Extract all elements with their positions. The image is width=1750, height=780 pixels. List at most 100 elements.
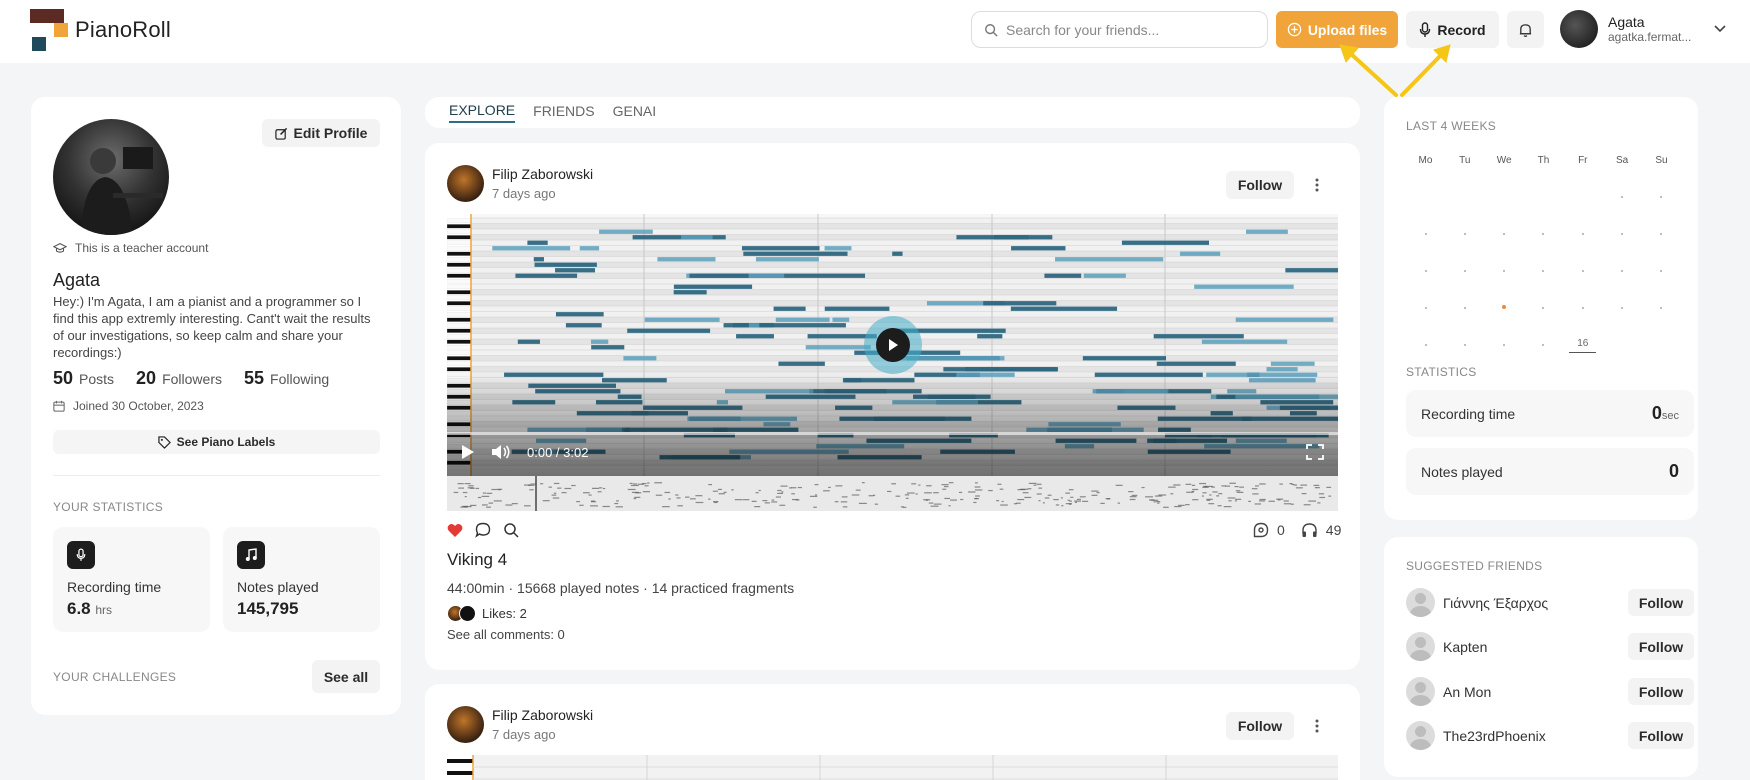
calendar-day[interactable] [1485, 338, 1524, 349]
follow-button[interactable]: Follow [1628, 678, 1694, 705]
minimap-note [1036, 493, 1042, 495]
tab-friends[interactable]: FRIENDS [533, 103, 594, 122]
calendar-day[interactable] [1445, 227, 1484, 238]
app-name: PianoRoll [75, 17, 171, 42]
calendar-today[interactable]: 16 [1563, 338, 1602, 353]
minimap-note [834, 501, 839, 503]
minimap-note [1168, 486, 1176, 488]
tab-genai[interactable]: GENAI [613, 103, 657, 122]
friend-name[interactable]: An Mon [1443, 684, 1628, 700]
heart-icon[interactable] [447, 523, 463, 538]
big-play-button[interactable] [864, 316, 922, 374]
volume-icon[interactable] [491, 444, 511, 460]
calendar-day[interactable] [1642, 301, 1681, 312]
notifications-button[interactable] [1507, 11, 1544, 48]
calendar-day[interactable] [1445, 338, 1484, 349]
repost-icon[interactable] [1253, 522, 1269, 538]
overview-minimap[interactable] [447, 476, 1338, 511]
search-box[interactable] [971, 11, 1268, 48]
follow-button[interactable]: Follow [1628, 589, 1694, 616]
liker-avatars [447, 605, 476, 622]
calendar-day[interactable] [1524, 338, 1563, 349]
play-icon[interactable] [461, 444, 475, 460]
friend-name[interactable]: The23rdPhoenix [1443, 728, 1628, 744]
calendar-day[interactable] [1563, 227, 1602, 238]
calendar-day[interactable] [1485, 264, 1524, 275]
posts-number: 50 [53, 368, 74, 388]
friend-name[interactable]: Kapten [1443, 639, 1628, 655]
user-menu[interactable]: Agata agatka.fermat... [1560, 10, 1726, 48]
magnifier-icon[interactable] [503, 522, 519, 538]
author-name[interactable]: Filip Zaborowski [492, 707, 593, 723]
calendar-day[interactable] [1603, 227, 1642, 238]
see-piano-labels-button[interactable]: See Piano Labels [53, 430, 380, 454]
more-vertical-icon[interactable] [1307, 712, 1327, 740]
calendar-day[interactable] [1406, 338, 1445, 349]
calendar-day[interactable] [1524, 301, 1563, 312]
calendar-day-active[interactable] [1485, 301, 1524, 312]
chevron-down-icon[interactable] [1714, 25, 1726, 33]
calendar-day[interactable] [1603, 264, 1642, 275]
calendar-week: 16 [1406, 325, 1681, 362]
calendar-day[interactable] [1603, 301, 1642, 312]
likes-row[interactable]: Likes: 2 [447, 605, 527, 622]
calendar-day[interactable] [1406, 301, 1445, 312]
author-name[interactable]: Filip Zaborowski [492, 166, 593, 182]
calendar-day[interactable] [1445, 301, 1484, 312]
avatar[interactable] [1406, 632, 1435, 661]
see-all-comments-link[interactable]: See all comments: 0 [447, 627, 565, 642]
search-input[interactable] [1006, 21, 1246, 38]
author-avatar[interactable] [447, 706, 484, 743]
suggested-friend: Kapten Follow [1406, 632, 1694, 661]
follow-button[interactable]: Follow [1628, 633, 1694, 660]
fullscreen-icon[interactable] [1306, 444, 1324, 460]
calendar-day[interactable] [1642, 227, 1681, 238]
minimap-note [1150, 499, 1159, 501]
edit-profile-button[interactable]: Edit Profile [262, 119, 380, 147]
comment-icon[interactable] [475, 522, 491, 538]
upload-icon [1287, 22, 1302, 37]
avatar[interactable] [1406, 588, 1435, 617]
calendar-day[interactable] [1406, 264, 1445, 275]
calendar-day[interactable] [1524, 227, 1563, 238]
weekday-label: Tu [1459, 155, 1471, 166]
minimap-note [1234, 500, 1237, 502]
calendar-day[interactable] [1563, 301, 1602, 312]
follow-author-button[interactable]: Follow [1226, 171, 1294, 199]
follow-author-button[interactable]: Follow [1226, 712, 1294, 740]
minimap-note [1235, 490, 1241, 492]
friend-name[interactable]: Γιάννης Έξαρχος [1443, 595, 1628, 611]
statistics-title: STATISTICS [1406, 365, 1477, 379]
follow-button[interactable]: Follow [1628, 722, 1694, 749]
calendar-day[interactable] [1642, 264, 1681, 275]
calendar-day[interactable] [1642, 190, 1681, 201]
calendar-day[interactable] [1563, 264, 1602, 275]
followers-count[interactable]: 20 Followers [136, 368, 222, 389]
minimap-note [464, 495, 467, 498]
calendar-day[interactable] [1524, 264, 1563, 275]
following-count[interactable]: 55 Following [244, 368, 329, 389]
piano-roll-video[interactable]: 0:00 / 3:02 [447, 214, 1338, 511]
minimap-note [1105, 498, 1110, 500]
calendar-day[interactable] [1603, 190, 1642, 201]
profile-name: Agata [53, 270, 101, 290]
minimap-note [1228, 500, 1232, 502]
tab-explore[interactable]: EXPLORE [449, 102, 516, 123]
calendar-day[interactable] [1445, 264, 1484, 275]
avatar[interactable] [1406, 677, 1435, 706]
minimap-note [1044, 497, 1050, 499]
minimap-note [530, 483, 536, 485]
app-logo[interactable]: PianoRoll [30, 9, 171, 51]
see-all-challenges-button[interactable]: See all [312, 660, 380, 693]
notes-played-label: Notes played [237, 579, 319, 595]
progress-track[interactable] [447, 432, 1338, 435]
posts-count[interactable]: 50 Posts [53, 368, 114, 389]
record-label: Record [1437, 21, 1486, 38]
author-avatar[interactable] [447, 165, 484, 202]
piano-roll-video[interactable] [447, 755, 1338, 780]
calendar-day[interactable] [1485, 227, 1524, 238]
avatar[interactable] [1406, 721, 1435, 750]
more-vertical-icon[interactable] [1307, 171, 1327, 199]
calendar-day[interactable] [1406, 227, 1445, 238]
post-title[interactable]: Viking 4 [447, 550, 507, 570]
